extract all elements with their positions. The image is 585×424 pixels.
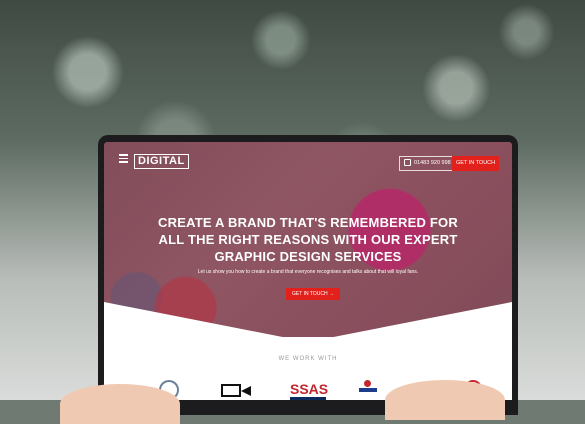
headline-line-3: GRAPHIC DESIGN SERVICES [214,249,402,264]
hero-headline: CREATE A BRAND THAT'S REMEMBERED FOR ALL… [104,214,512,265]
client-ssas-text: SSAS [290,381,329,397]
phone-link[interactable]: 01483 920 998 [399,156,456,171]
top-nav: DIGITAL 01483 920 998 GET IN TOUCH [104,142,512,171]
get-in-touch-button[interactable]: GET IN TOUCH [452,156,500,171]
client-logo-person-icon [359,380,377,400]
hero-get-in-touch-button[interactable]: GET IN TOUCH → [286,288,340,300]
client-logo-video-camera-icon [221,380,251,400]
website-screen: DIGITAL 01483 920 998 GET IN TOUCH CREAT… [104,142,512,400]
phone-icon [404,159,411,167]
hamburger-menu-icon[interactable] [119,154,128,163]
headline-line-1: CREATE A BRAND THAT'S REMEMBERED FOR [158,215,458,230]
left-hand [60,384,180,424]
right-hand [385,380,505,420]
client-logo-ssas: SSAS [290,380,328,400]
phone-number: 01483 920 998 [414,160,451,166]
headline-line-2: ALL THE RIGHT REASONS WITH OUR EXPERT [158,232,458,247]
we-work-with-label: WE WORK WITH [278,356,338,362]
site-logo[interactable]: DIGITAL [134,154,189,169]
hero-subtext: Let us show you how to create a brand th… [197,269,419,275]
